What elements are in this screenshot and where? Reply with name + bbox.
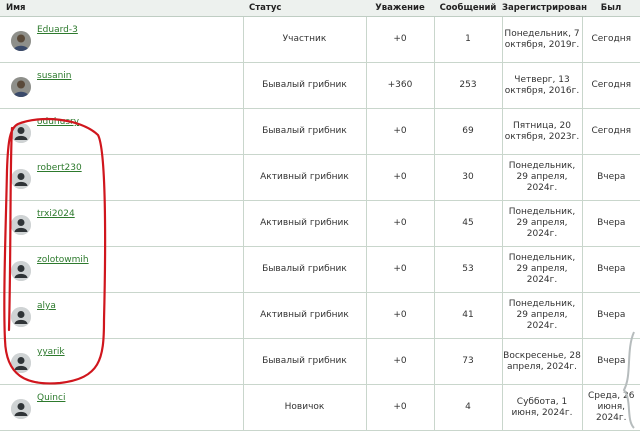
respect-cell: +0	[366, 292, 435, 339]
last-seen-cell: Вчера	[582, 200, 640, 247]
table-row: alya Активный грибник +0 41 Понедельник, 29 …	[0, 292, 640, 339]
table-row: Eduard-3 Участник +0 1 Понедельник, 7 октябр…	[0, 16, 640, 63]
respect-cell: +0	[366, 108, 435, 155]
registered-cell: Понедельник, 29 апреля, 2024г.	[502, 154, 583, 201]
status-cell: Участник	[243, 16, 367, 63]
name-cell: alya	[0, 292, 244, 339]
registered-cell: Понедельник, 29 апреля, 2024г.	[502, 246, 583, 293]
messages-cell: 73	[434, 338, 503, 385]
status-cell: Бывалый грибник	[243, 338, 367, 385]
respect-cell: +0	[366, 338, 435, 385]
members-list: Eduard-3 Участник +0 1 Понедельник, 7 октябр…	[0, 16, 640, 431]
default-user-icon[interactable]	[11, 306, 31, 327]
username-link[interactable]: trxi2024	[37, 209, 75, 220]
table-row: zolotowmih Бывалый грибник +0 53 Понедельник…	[0, 246, 640, 293]
table-row: Quinci Новичок +0 4 Суббота, 1 июня, 2024г. С…	[0, 384, 640, 431]
respect-cell: +0	[366, 246, 435, 293]
messages-cell: 53	[434, 246, 503, 293]
respect-cell: +0	[366, 200, 435, 247]
table-row: oduhusry Бывалый грибник +0 69 Пятница, 20 о…	[0, 108, 640, 155]
respect-cell: +0	[366, 154, 435, 201]
name-cell: Eduard-3	[0, 16, 244, 63]
status-cell: Новичок	[243, 384, 367, 431]
name-cell: robert230	[0, 154, 244, 201]
username-link[interactable]: robert230	[37, 163, 82, 174]
messages-cell: 1	[434, 16, 503, 63]
registered-cell: Четверг, 13 октября, 2016г.	[502, 62, 583, 109]
status-cell: Бывалый грибник	[243, 246, 367, 293]
status-cell: Активный грибник	[243, 154, 367, 201]
registered-cell: Понедельник, 29 апреля, 2024г.	[502, 200, 583, 247]
registered-cell: Пятница, 20 октября, 2023г.	[502, 108, 583, 155]
name-cell: trxi2024	[0, 200, 244, 247]
user-photo-avatar[interactable]	[11, 30, 31, 51]
col-header-last-seen[interactable]: Был	[582, 0, 640, 17]
name-cell: zolotowmih	[0, 246, 244, 293]
registered-cell: Понедельник, 7 октября, 2019г.	[502, 16, 583, 63]
last-seen-cell: Вчера	[582, 246, 640, 293]
last-seen-cell: Вчера	[582, 292, 640, 339]
registered-cell: Воскресенье, 28 апреля, 2024г.	[502, 338, 583, 385]
name-cell: susanin	[0, 62, 244, 109]
registered-cell: Понедельник, 29 апреля, 2024г.	[502, 292, 583, 339]
table-header-row: Имя Статус Уважение Сообщений Зарегистри…	[0, 0, 640, 17]
messages-cell: 253	[434, 62, 503, 109]
username-link[interactable]: zolotowmih	[37, 255, 89, 266]
col-header-registered[interactable]: Зарегистрирован	[502, 0, 587, 17]
default-user-icon[interactable]	[11, 168, 31, 189]
status-cell: Активный грибник	[243, 292, 367, 339]
registered-cell: Суббота, 1 июня, 2024г.	[502, 384, 583, 431]
respect-cell: +360	[366, 62, 435, 109]
status-cell: Бывалый грибник	[243, 108, 367, 155]
messages-cell: 4	[434, 384, 503, 431]
messages-cell: 41	[434, 292, 503, 339]
username-link[interactable]: oduhusry	[37, 117, 79, 128]
last-seen-cell: Сегодня	[582, 16, 640, 63]
messages-cell: 30	[434, 154, 503, 201]
default-user-icon[interactable]	[11, 260, 31, 281]
username-link[interactable]: susanin	[37, 71, 72, 82]
table-row: susanin Бывалый грибник +360 253 Четверг, 13…	[0, 62, 640, 109]
username-link[interactable]: alya	[37, 301, 56, 312]
username-link[interactable]: Quinci	[37, 393, 65, 404]
col-header-status[interactable]: Статус	[243, 0, 366, 17]
name-cell: yyarik	[0, 338, 244, 385]
status-cell: Бывалый грибник	[243, 62, 367, 109]
last-seen-cell: Сегодня	[582, 108, 640, 155]
messages-cell: 45	[434, 200, 503, 247]
username-link[interactable]: Eduard-3	[37, 25, 78, 36]
col-header-name[interactable]: Имя	[0, 0, 243, 17]
name-cell: Quinci	[0, 384, 244, 431]
status-cell: Активный грибник	[243, 200, 367, 247]
col-header-respect[interactable]: Уважение	[366, 0, 434, 17]
messages-cell: 69	[434, 108, 503, 155]
last-seen-cell: Вчера	[582, 338, 640, 385]
last-seen-cell: Среда, 26 июня, 2024г.	[582, 384, 640, 431]
table-row: trxi2024 Активный грибник +0 45 Понедельник,…	[0, 200, 640, 247]
last-seen-cell: Вчера	[582, 154, 640, 201]
members-table: Имя Статус Уважение Сообщений Зарегистри…	[0, 0, 640, 431]
table-row: robert230 Активный грибник +0 30 Понедельник…	[0, 154, 640, 201]
last-seen-cell: Сегодня	[582, 62, 640, 109]
default-user-icon[interactable]	[11, 122, 31, 143]
default-user-icon[interactable]	[11, 214, 31, 235]
respect-cell: +0	[366, 16, 435, 63]
name-cell: oduhusry	[0, 108, 244, 155]
col-header-messages[interactable]: Сообщений	[434, 0, 502, 17]
user-photo-avatar[interactable]	[11, 76, 31, 97]
respect-cell: +0	[366, 384, 435, 431]
table-row: yyarik Бывалый грибник +0 73 Воскресенье, 28…	[0, 338, 640, 385]
default-user-icon[interactable]	[11, 398, 31, 419]
username-link[interactable]: yyarik	[37, 347, 65, 358]
default-user-icon[interactable]	[11, 352, 31, 373]
